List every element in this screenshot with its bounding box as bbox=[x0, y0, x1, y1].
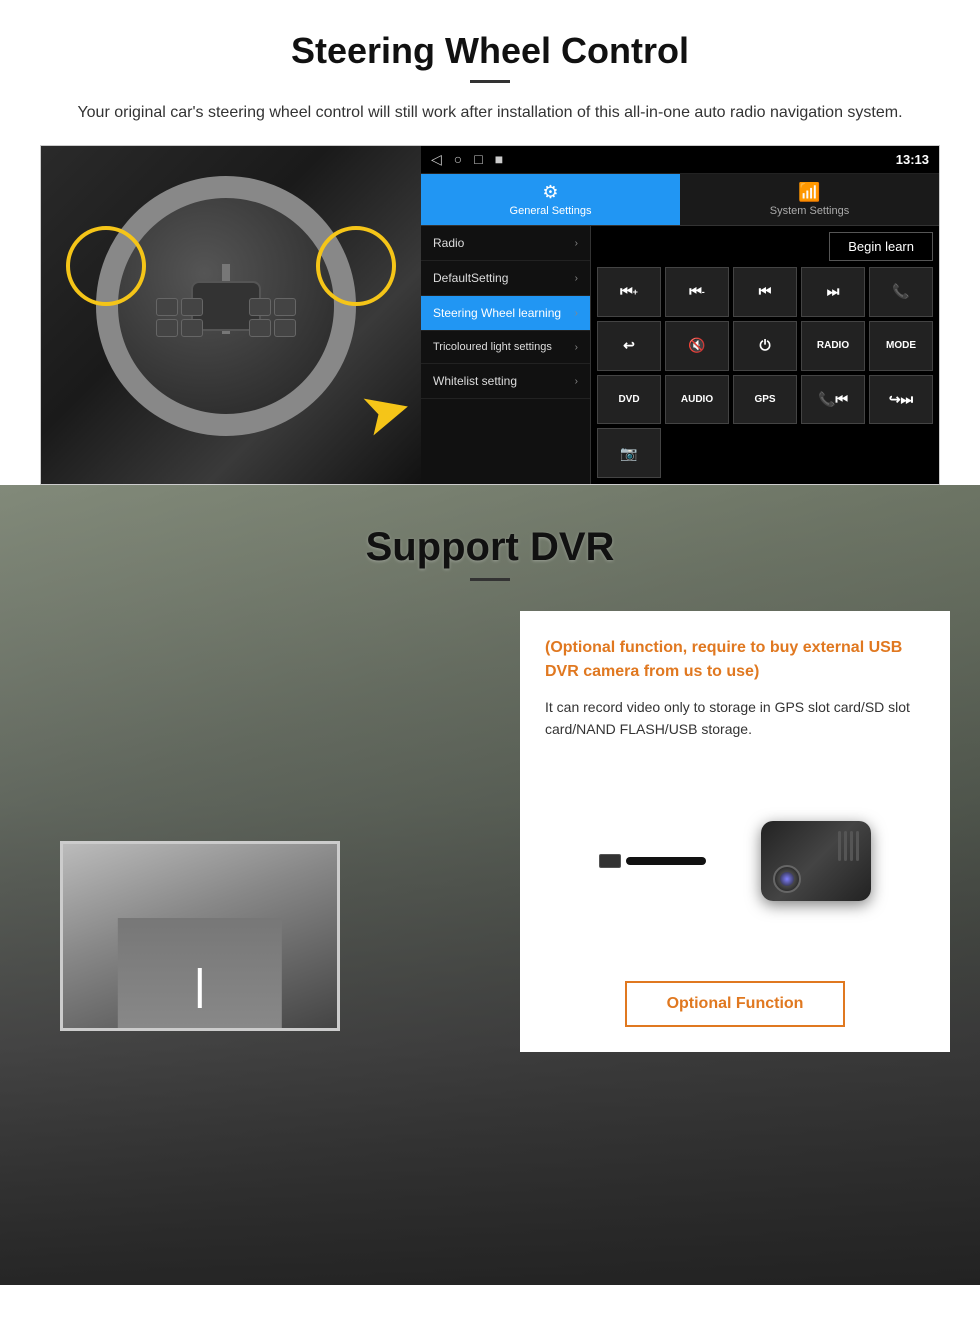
highlight-circle-left bbox=[66, 226, 146, 306]
android-tabs: ⚙ General Settings 📶 System Settings bbox=[421, 174, 939, 226]
android-panel: Begin learn ⏮+ ⏮- ⏮ ⏭ 📞 ↩ 🔇 ⏻ R bbox=[591, 226, 939, 484]
dvr-section: Support DVR (Optional function, require … bbox=[0, 485, 980, 1285]
section-subtitle: Your original car's steering wheel contr… bbox=[40, 101, 940, 125]
dvr-description: It can record video only to storage in G… bbox=[545, 696, 925, 741]
dvr-title: Support DVR bbox=[0, 525, 980, 570]
small-road bbox=[118, 918, 282, 1028]
power-btn[interactable]: ⏻ bbox=[733, 321, 797, 371]
radio-btn[interactable]: RADIO bbox=[801, 321, 865, 371]
dvr-small-screen bbox=[60, 841, 340, 1031]
home-icon[interactable]: ○ bbox=[454, 151, 462, 168]
device-lens-inner bbox=[780, 872, 794, 886]
device-vent bbox=[838, 831, 859, 861]
menu-item-tricoloured[interactable]: Tricoloured light settings › bbox=[421, 331, 590, 364]
android-content: Radio › DefaultSetting › Steering Wheel … bbox=[421, 226, 939, 484]
dvr-divider bbox=[470, 578, 510, 581]
android-ui: ◁ ○ □ ■ 13:13 ⚙ General Settings 📶 Syste… bbox=[421, 146, 939, 484]
title-divider bbox=[470, 80, 510, 83]
vol-up-btn[interactable]: ⏮+ bbox=[597, 267, 661, 317]
tab-system-label: System Settings bbox=[770, 205, 849, 217]
vol-down-btn[interactable]: ⏮- bbox=[665, 267, 729, 317]
gps-btn[interactable]: GPS bbox=[733, 375, 797, 425]
device-lens bbox=[773, 865, 801, 893]
menu-item-whitelist[interactable]: Whitelist setting › bbox=[421, 364, 590, 399]
android-statusbar: ◁ ○ □ ■ 13:13 bbox=[421, 146, 939, 174]
dvr-small-screen-inner bbox=[63, 844, 337, 1028]
road-line bbox=[198, 968, 202, 1008]
tab-general-settings[interactable]: ⚙ General Settings bbox=[421, 174, 680, 225]
btn-cluster-right bbox=[249, 298, 296, 337]
dvr-camera-body bbox=[761, 821, 871, 901]
status-time: 13:13 bbox=[896, 152, 929, 167]
btn-cluster-left bbox=[156, 298, 203, 337]
begin-learn-row: Begin learn bbox=[597, 232, 933, 261]
dvr-info-card: (Optional function, require to buy exter… bbox=[520, 611, 950, 1052]
audio-btn[interactable]: AUDIO bbox=[665, 375, 729, 425]
camera-btn[interactable]: 📷 bbox=[597, 428, 661, 478]
chevron-icon: › bbox=[575, 238, 578, 249]
recents-icon[interactable]: □ bbox=[474, 151, 482, 168]
settings-icon: ⚙ bbox=[542, 182, 558, 203]
chevron-icon: › bbox=[575, 376, 578, 387]
prev-btn[interactable]: ⏮ bbox=[733, 267, 797, 317]
back-call-btn[interactable]: ↩ bbox=[597, 321, 661, 371]
menu-item-steering-wheel-learning[interactable]: Steering Wheel learning › bbox=[421, 296, 590, 331]
chevron-icon: › bbox=[575, 308, 578, 319]
back-icon[interactable]: ◁ bbox=[431, 151, 442, 168]
dvr-main: (Optional function, require to buy exter… bbox=[0, 611, 980, 1111]
steering-demo: ➤ ◁ ○ □ ■ 13:13 ⚙ General Settings bbox=[40, 145, 940, 485]
menu-icon[interactable]: ■ bbox=[495, 151, 503, 168]
usb-cable bbox=[626, 857, 706, 865]
menu-item-radio[interactable]: Radio › bbox=[421, 226, 590, 261]
begin-learn-button[interactable]: Begin learn bbox=[829, 232, 933, 261]
control-grid: ⏮+ ⏮- ⏮ ⏭ 📞 ↩ 🔇 ⏻ RADIO MODE DVD AUDIO bbox=[597, 267, 933, 478]
usb-connector bbox=[599, 854, 621, 868]
dvr-left-column bbox=[30, 611, 500, 1111]
chevron-icon: › bbox=[575, 273, 578, 284]
menu-item-defaultsetting[interactable]: DefaultSetting › bbox=[421, 261, 590, 296]
arrow-right-icon: ➤ bbox=[353, 371, 420, 452]
page-title: Steering Wheel Control bbox=[40, 30, 940, 72]
wheel-outer bbox=[96, 176, 356, 436]
optional-function-button[interactable]: Optional Function bbox=[625, 981, 846, 1027]
next-track-btn[interactable]: ↪⏭ bbox=[869, 375, 933, 425]
dvd-btn[interactable]: DVD bbox=[597, 375, 661, 425]
steering-photo: ➤ bbox=[41, 146, 421, 485]
system-icon: 📶 bbox=[798, 182, 820, 203]
tab-general-label: General Settings bbox=[510, 205, 592, 217]
mode-btn[interactable]: MODE bbox=[869, 321, 933, 371]
phone-prev-btn[interactable]: 📞⏮ bbox=[801, 375, 865, 425]
highlight-circle-right bbox=[316, 226, 396, 306]
chevron-icon: › bbox=[575, 342, 578, 353]
tab-system-settings[interactable]: 📶 System Settings bbox=[680, 174, 939, 225]
dvr-device-illustration bbox=[545, 761, 925, 961]
android-menu: Radio › DefaultSetting › Steering Wheel … bbox=[421, 226, 591, 484]
dvr-content: Support DVR (Optional function, require … bbox=[0, 485, 980, 1151]
dvr-optional-text: (Optional function, require to buy exter… bbox=[545, 636, 925, 684]
phone-btn[interactable]: 📞 bbox=[869, 267, 933, 317]
nav-icons: ◁ ○ □ ■ bbox=[431, 151, 503, 168]
next-btn[interactable]: ⏭ bbox=[801, 267, 865, 317]
mute-btn[interactable]: 🔇 bbox=[665, 321, 729, 371]
steering-section: Steering Wheel Control Your original car… bbox=[0, 0, 980, 485]
